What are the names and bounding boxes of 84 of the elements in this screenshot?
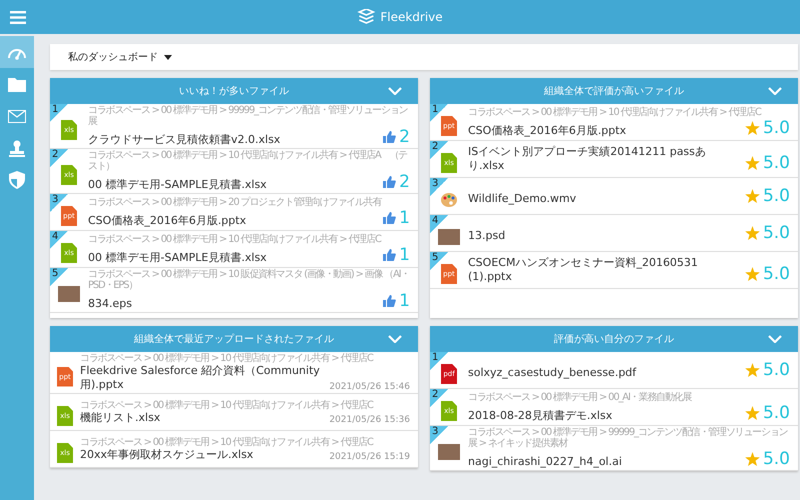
rank-badge: 2 bbox=[50, 149, 68, 167]
upload-date: 2021/05/26 15:19 bbox=[328, 452, 410, 462]
file-name[interactable]: Wildlife_Demo.wmv bbox=[468, 192, 741, 206]
folder-path: コラボスペース > 00 標準デモ用 > 10 代理店向けファイル共有 > 代理店A （テスト） bbox=[88, 150, 408, 172]
folder-path: コラボスペース > 00 標準デモ用 > 00_AI・業務自動化展 bbox=[468, 392, 693, 402]
thumbs-up-icon bbox=[383, 131, 396, 143]
rank-badge: 4 bbox=[430, 215, 448, 233]
file-name[interactable]: CSO価格表_2016年6月版.pptx bbox=[468, 124, 741, 138]
like-count: 1 bbox=[399, 208, 410, 228]
rank-badge: 1 bbox=[50, 104, 68, 122]
rating-value: 5.0 bbox=[762, 360, 790, 380]
panel-title: いいね！が多いファイル bbox=[179, 85, 289, 98]
rating-value: 5.0 bbox=[762, 402, 790, 422]
thumbs-up-icon bbox=[383, 248, 396, 260]
chevron-down-icon[interactable] bbox=[388, 87, 402, 95]
rating-value: 5.0 bbox=[762, 153, 790, 173]
folder-icon bbox=[8, 76, 26, 92]
thumbs-up-icon bbox=[383, 212, 396, 224]
palette-icon bbox=[441, 193, 457, 207]
file-name[interactable]: 834.eps bbox=[88, 297, 380, 311]
caret-icon bbox=[164, 54, 172, 60]
star-icon bbox=[744, 452, 760, 466]
file-name[interactable]: nagi_chirashi_0227_h4_ol.ai bbox=[468, 455, 741, 469]
like-count: 1 bbox=[399, 291, 410, 311]
folder-path: コラボスペース > 00 標準デモ用 > 99999_コンテンツ配信・管理ソリューション展 > ネイキッド提供素材 bbox=[468, 427, 788, 449]
folder-path: コラボスペース > 00 標準デモ用 > 10 代理店向けファイル共有 > 代理店C bbox=[80, 400, 374, 410]
folder-path: コラボスペース > 00 標準デモ用 > 99999_コンテンツ配信・管理ソリューション展 bbox=[88, 105, 408, 127]
menu-icon[interactable] bbox=[10, 10, 26, 24]
star-icon bbox=[744, 363, 760, 377]
rank-badge: 3 bbox=[430, 178, 448, 196]
image-thumbnail bbox=[438, 444, 460, 460]
rating-value: 5.0 bbox=[762, 118, 790, 138]
panel-title: 評価が高い自分のファイル bbox=[554, 332, 674, 346]
star-icon bbox=[744, 226, 760, 240]
file-name[interactable]: CSO価格表_2016年6月版.pptx bbox=[88, 214, 380, 228]
like-count: 2 bbox=[399, 127, 410, 147]
rating-value: 5.0 bbox=[762, 449, 790, 469]
like-count: 2 bbox=[399, 172, 410, 192]
file-name[interactable]: 2018-08-28見積書デモ.xlsx bbox=[468, 408, 741, 422]
upload-date: 2021/05/26 15:46 bbox=[328, 382, 410, 392]
rating-value: 5.0 bbox=[762, 264, 790, 284]
file-name[interactable]: CSOECMハンズオンセミナー資料_20160531 (1).pptx bbox=[468, 256, 741, 284]
folder-path: コラボスペース > 00 標準デモ用 > 10 代理店向けファイル共有 > 代理店C bbox=[80, 353, 374, 364]
star-icon bbox=[744, 406, 760, 420]
file-name[interactable]: Fleekdrive Salesforce 紹介資料（Community用).pptx bbox=[80, 364, 322, 392]
envelope-icon bbox=[8, 110, 26, 122]
file-name[interactable]: 機能リスト.xlsx bbox=[80, 410, 322, 424]
file-name[interactable]: クラウドサービス見積依頼書v2.0.xlsx bbox=[88, 133, 380, 147]
panel-title: 組織全体で評価が高いファイル bbox=[544, 84, 684, 98]
folder-path: コラボスペース > 00 標準デモ用 > 20 プロジェクト管理向けファイル共有 bbox=[88, 196, 383, 208]
file-name[interactable]: 20xx年事例取材スケジュール.xlsx bbox=[80, 448, 322, 462]
like-count: 1 bbox=[399, 244, 410, 264]
folder-path: コラボスペース > 00 標準デモ用 > 10 代理店向けファイル共有 > 代理店C bbox=[80, 436, 374, 448]
logo-icon bbox=[357, 9, 376, 25]
star-icon bbox=[744, 267, 760, 281]
file-name[interactable]: ISイベント別アプローチ実績20141211 passあり.xlsx bbox=[468, 145, 741, 173]
upload-date: 2021/05/26 15:36 bbox=[328, 414, 410, 424]
rating-value: 5.0 bbox=[762, 186, 790, 206]
chevron-down-icon[interactable] bbox=[768, 335, 782, 343]
star-icon bbox=[744, 120, 760, 134]
star-icon bbox=[744, 189, 760, 203]
chevron-down-icon[interactable] bbox=[388, 335, 402, 343]
image-thumbnail bbox=[58, 286, 80, 302]
image-thumbnail bbox=[438, 229, 460, 245]
shield-icon bbox=[9, 171, 25, 189]
folder-path: コラボスペース > 00 標準デモ用 > 10 販促資料マスタ (画像・動画) > 画像 （AI・PSD・EPS） bbox=[88, 269, 410, 291]
thumbs-up-icon bbox=[383, 176, 396, 188]
file-name[interactable]: solxyz_casestudy_benesse.pdf bbox=[468, 366, 741, 380]
panel-title: 組織全体で最近アップロードされたファイル bbox=[134, 332, 334, 346]
rank-badge: 3 bbox=[430, 426, 448, 444]
file-name[interactable]: 00 標準デモ用-SAMPLE見積書.xlsx bbox=[88, 250, 380, 264]
stamp-icon bbox=[9, 140, 25, 156]
folder-path: コラボスペース > 00 標準デモ用 > 10 代理店向けファイル共有 > 代理店C bbox=[88, 234, 382, 244]
rating-value: 5.0 bbox=[762, 223, 790, 243]
logo-text: Fleekdrive bbox=[380, 10, 443, 24]
chevron-down-icon[interactable] bbox=[768, 87, 782, 95]
folder-path: コラボスペース > 00 標準デモ用 > 10 代理店向けファイル共有 > 代理店C bbox=[468, 106, 762, 118]
rank-badge: 5 bbox=[50, 268, 68, 286]
star-icon bbox=[744, 156, 760, 170]
dashboard-selector[interactable]: 私のダッシュボード bbox=[50, 44, 798, 70]
file-name[interactable]: 00 標準デモ用-SAMPLE見積書.xlsx bbox=[88, 178, 380, 192]
file-name[interactable]: 13.psd bbox=[468, 229, 741, 243]
thumbs-up-icon bbox=[383, 295, 396, 307]
nav-item[interactable] bbox=[0, 36, 34, 68]
